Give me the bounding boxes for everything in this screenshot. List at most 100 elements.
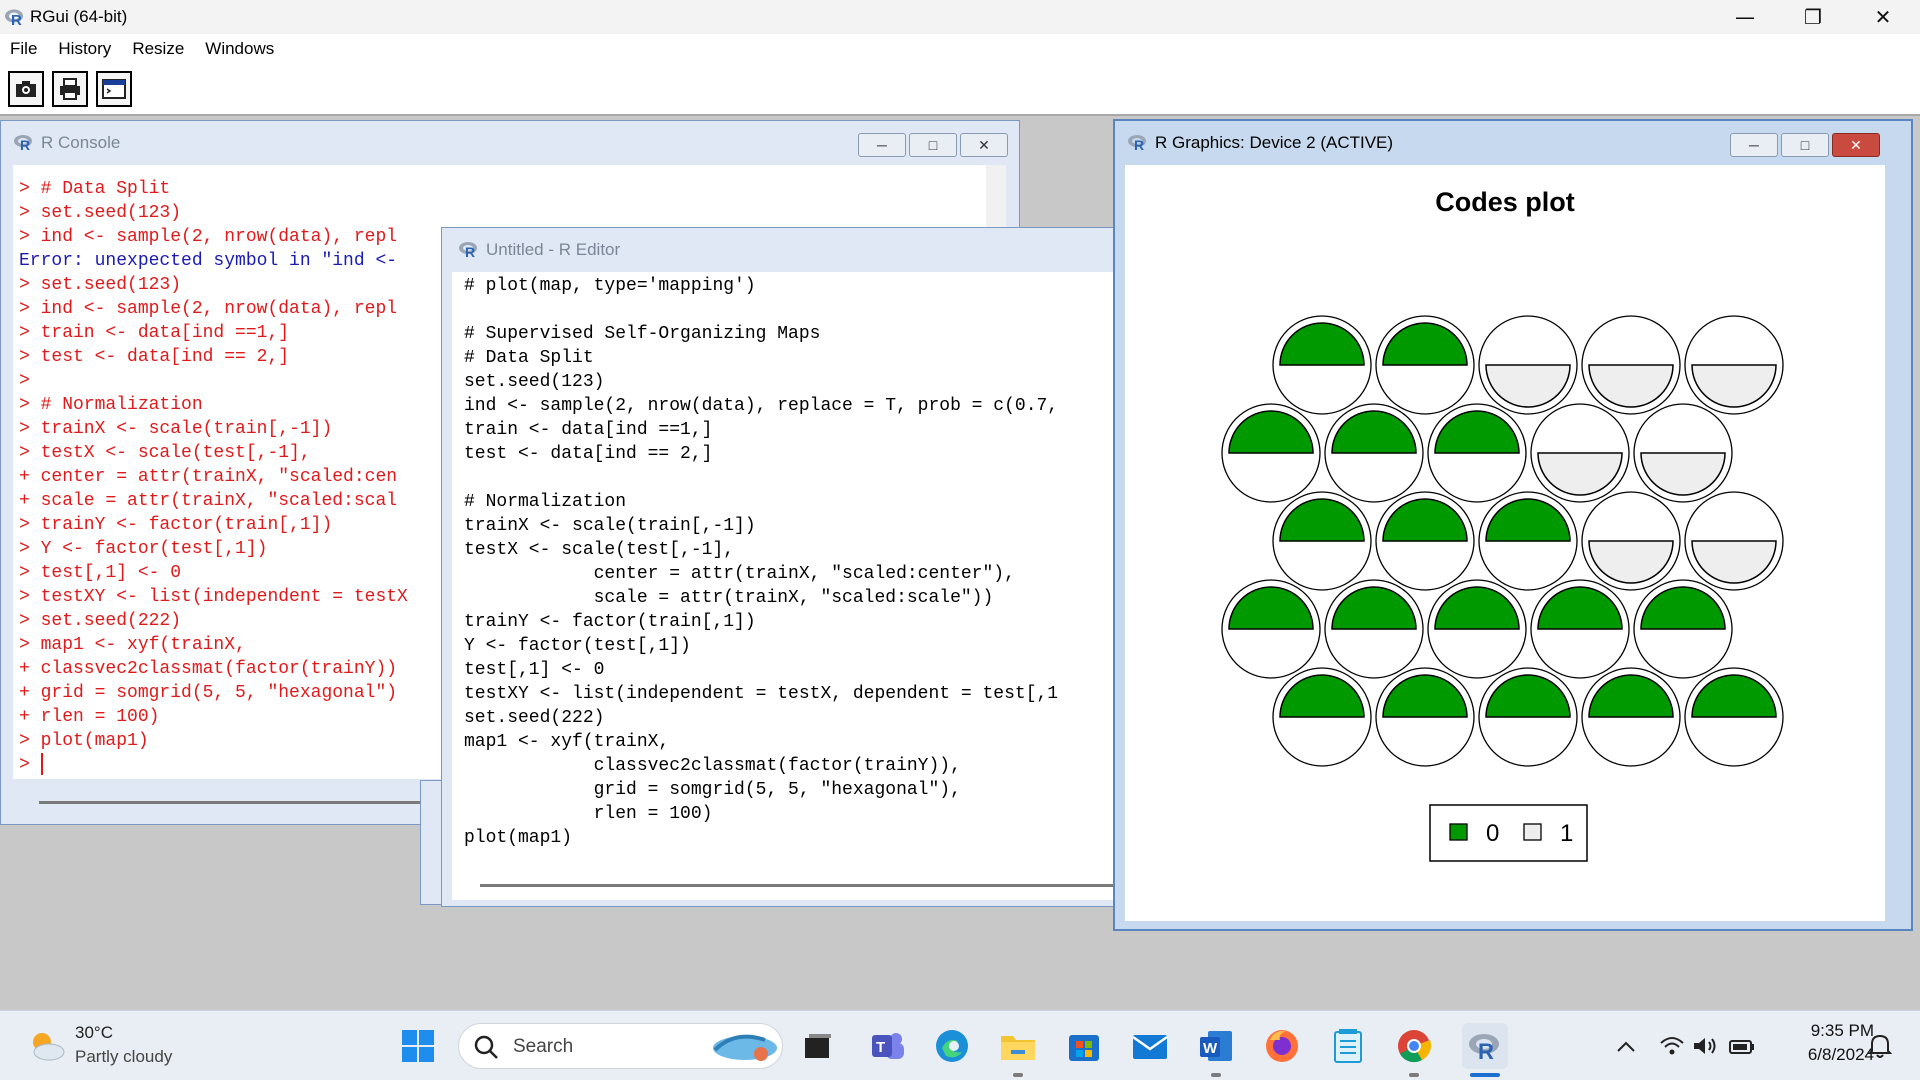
console-close-icon[interactable]: ✕ (960, 133, 1008, 157)
editor-line: ind <- sample(2, nrow(data), replace = T… (464, 396, 1059, 416)
menu-file[interactable]: File (10, 39, 37, 59)
som-unit (1427, 579, 1527, 679)
som-unit (1530, 579, 1630, 679)
editor-line: classvec2classmat(factor(trainY)), (464, 756, 961, 776)
close-icon[interactable]: ✕ (1848, 0, 1918, 34)
console-line-text: > plot(map1) (19, 731, 149, 751)
editor-line: scale = attr(trainX, "scaled:scale")) (464, 588, 994, 608)
volume-icon[interactable] (1686, 1026, 1726, 1066)
console-hscroll[interactable] (39, 801, 479, 804)
rgui-taskbar-icon[interactable]: R (1462, 1023, 1508, 1069)
svg-text:W: W (1203, 1040, 1218, 1057)
graphics-titlebar: R R Graphics: Device 2 (ACTIVE) ─ □ ✕ (1115, 121, 1911, 163)
console-line-text: + scale = attr(trainX, "scaled:scal (19, 491, 398, 511)
console-line-text: > (19, 371, 30, 391)
legend-label: 0 (1486, 820, 1499, 847)
som-unit (1633, 579, 1733, 679)
editor-line: test[,1] <- 0 (464, 660, 605, 680)
task-view-icon[interactable] (798, 1026, 838, 1066)
editor-hscroll[interactable] (480, 884, 1142, 887)
som-unit (1478, 491, 1578, 591)
store-icon[interactable] (1064, 1026, 1104, 1066)
console-line-text: + classvec2classmat(factor(trainY)) (19, 659, 398, 679)
console-line-text: > testXY <- list(independent = testX (19, 587, 408, 607)
som-unit (1324, 403, 1424, 503)
editor-line: # plot(map, type='mapping') (464, 276, 756, 296)
som-unit (1581, 315, 1681, 415)
console-line-text: + grid = somgrid(5, 5, "hexagonal") (19, 683, 398, 703)
som-unit (1530, 403, 1630, 503)
som-unit (1324, 579, 1424, 679)
graphics-close-icon[interactable]: ✕ (1832, 133, 1880, 157)
console-line-text: > (19, 755, 41, 775)
menu-resize[interactable]: Resize (132, 39, 184, 59)
som-unit (1684, 491, 1784, 591)
som-unit (1221, 403, 1321, 503)
clock-date: 6/8/2024 (1807, 1045, 1874, 1064)
legend-label: 1 (1560, 820, 1573, 847)
console-maximize-icon[interactable]: □ (909, 133, 957, 157)
plot-legend: 01 (1429, 804, 1588, 862)
menu-history[interactable]: History (58, 39, 111, 59)
svg-text:R: R (20, 137, 30, 152)
camera-icon[interactable] (8, 71, 44, 107)
weather-desc: Partly cloudy (75, 1047, 173, 1066)
teams-icon[interactable]: T (868, 1026, 908, 1066)
minimize-icon[interactable]: — (1710, 0, 1780, 34)
console-line-text: > test[,1] <- 0 (19, 563, 182, 583)
graphics-maximize-icon[interactable]: □ (1781, 133, 1829, 157)
console-line-text: > set.seed(222) (19, 611, 182, 631)
console-line: > set.seed(123) (19, 201, 988, 225)
taskbar: 30°C Partly cloudy Search T W R 9:35 PM … (0, 1010, 1920, 1080)
graphics-window[interactable]: R R Graphics: Device 2 (ACTIVE) ─ □ ✕ Co… (1113, 119, 1913, 931)
weather-widget[interactable]: 30°C Partly cloudy (25, 1021, 225, 1071)
editor-line: test <- data[ind == 2,] (464, 444, 713, 464)
console-line-text: > set.seed(123) (19, 203, 182, 223)
editor-window[interactable]: R Untitled - R Editor # plot(map, type='… (441, 227, 1142, 907)
console-line-text: > # Data Split (19, 179, 171, 199)
console-minimize-icon[interactable]: ─ (858, 133, 906, 157)
menu-windows[interactable]: Windows (205, 39, 274, 59)
mail-icon[interactable] (1130, 1026, 1170, 1066)
search-box[interactable]: Search (458, 1023, 783, 1069)
editor-text[interactable]: # plot(map, type='mapping') # Supervised … (452, 272, 1142, 900)
notification-bell-icon[interactable] (1860, 1026, 1900, 1066)
printer-icon[interactable] (52, 71, 88, 107)
chrome-icon[interactable] (1394, 1026, 1434, 1066)
battery-icon[interactable] (1722, 1026, 1762, 1066)
console-line-text: > test <- data[ind == 2,] (19, 347, 290, 367)
file-explorer-icon[interactable] (998, 1026, 1038, 1066)
som-unit (1375, 491, 1475, 591)
console-line-text: > ind <- sample(2, nrow(data), repl (19, 299, 398, 319)
app-title-bar: R RGui (64-bit) — ❐ ✕ (0, 0, 1920, 34)
svg-text:R: R (1134, 137, 1144, 152)
restore-icon[interactable]: ❐ (1778, 0, 1848, 34)
r-logo-icon: R (1128, 135, 1146, 152)
console-line-text: > set.seed(123) (19, 275, 182, 295)
console-line-text: > trainY <- factor(train[,1]) (19, 515, 333, 535)
firefox-icon[interactable] (1262, 1026, 1302, 1066)
editor-line: set.seed(123) (464, 372, 605, 392)
rgui-running-indicator (1470, 1073, 1500, 1077)
console-line-text: + rlen = 100) (19, 707, 160, 727)
som-unit (1272, 491, 1372, 591)
som-unit (1478, 667, 1578, 767)
word-icon[interactable]: W (1196, 1026, 1236, 1066)
graphics-title: R Graphics: Device 2 (ACTIVE) (1155, 133, 1394, 152)
edge-icon[interactable] (932, 1026, 972, 1066)
console-line-text: > testX <- scale(test[,-1], (19, 443, 311, 463)
notepad-icon[interactable] (1328, 1026, 1368, 1066)
start-icon[interactable] (398, 1026, 438, 1066)
chrome-running-indicator (1409, 1073, 1419, 1077)
console-window-icon[interactable] (96, 71, 132, 107)
app-title: RGui (64-bit) (30, 7, 128, 26)
chevron-up-icon[interactable] (1606, 1026, 1646, 1066)
editor-line: plot(map1) (464, 828, 573, 848)
som-unit (1633, 403, 1733, 503)
graphics-minimize-icon[interactable]: ─ (1730, 133, 1778, 157)
r-logo-icon: R (459, 242, 477, 259)
r-logo-icon: R (14, 135, 32, 152)
search-highlight-icon (713, 1034, 777, 1061)
